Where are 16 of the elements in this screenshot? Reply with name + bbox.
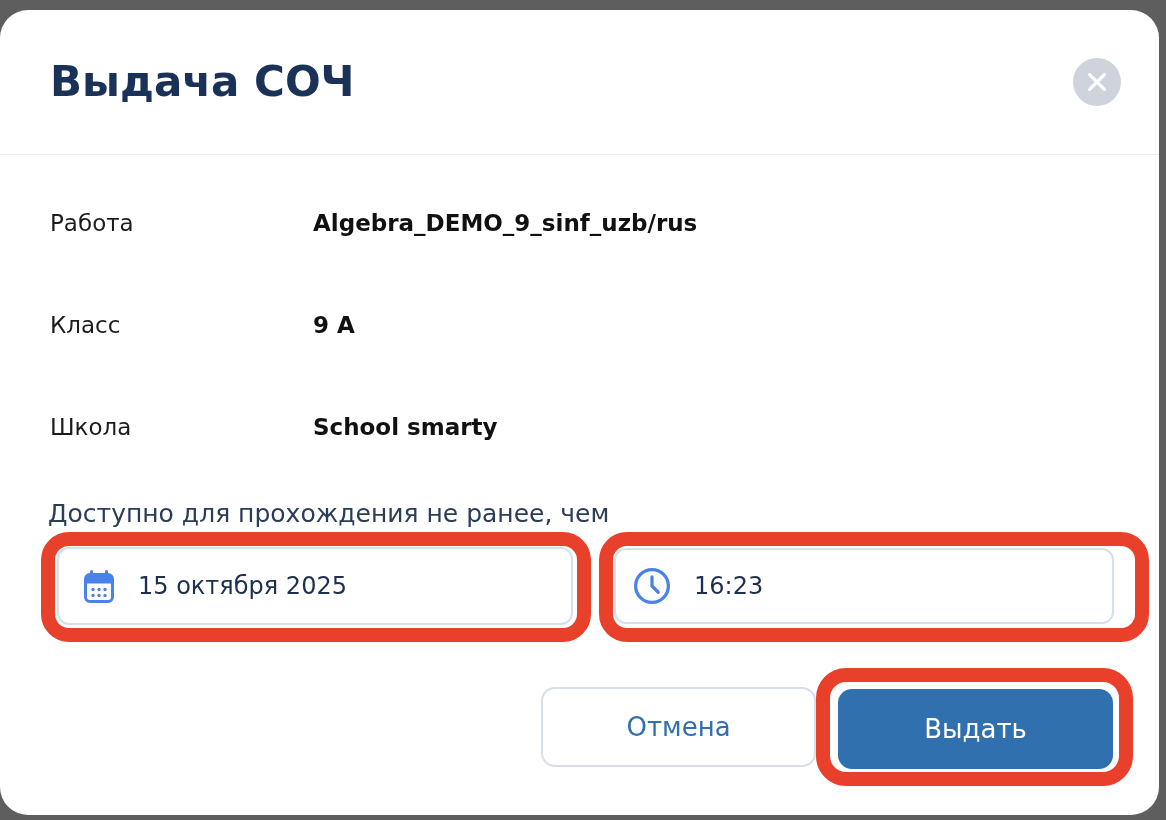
detail-value: School smarty <box>313 412 498 442</box>
close-button[interactable] <box>1073 58 1121 106</box>
calendar-icon <box>84 569 114 603</box>
availability-label: Доступно для прохождения не ранее, чем <box>48 498 610 530</box>
cancel-button[interactable]: Отмена <box>541 687 816 767</box>
close-icon <box>1088 73 1106 91</box>
clock-icon <box>634 568 670 604</box>
submit-button[interactable]: Выдать <box>838 689 1113 769</box>
time-field[interactable]: 16:23 <box>614 548 1114 624</box>
detail-value: 9 А <box>313 310 355 340</box>
dialog-title: Выдача СОЧ <box>50 61 355 103</box>
detail-value: Algebra_DEMO_9_sinf_uzb/rus <box>313 208 698 238</box>
detail-label: Класс <box>50 311 121 338</box>
detail-label: Работа <box>50 209 134 236</box>
detail-label: Школа <box>50 413 132 440</box>
date-field[interactable]: 15 октября 2025 <box>57 547 573 625</box>
